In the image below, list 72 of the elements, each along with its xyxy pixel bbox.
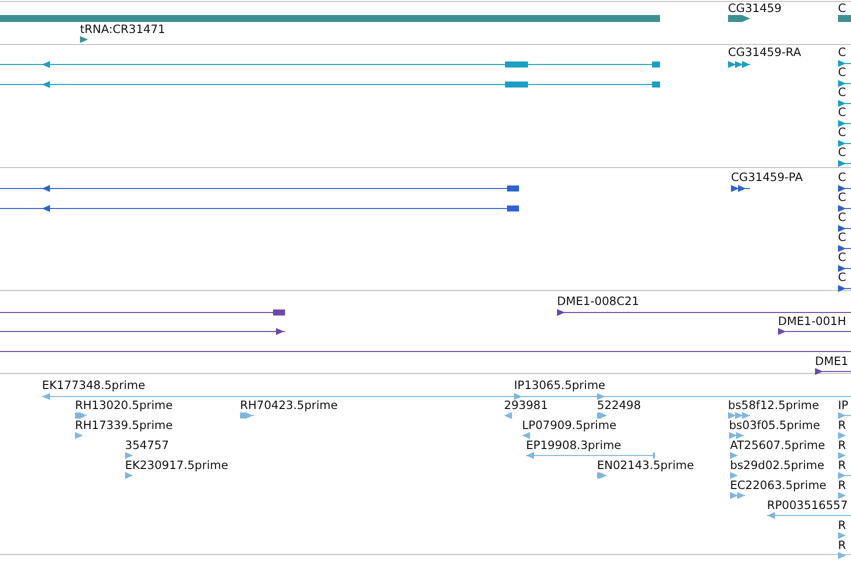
feature-label: C bbox=[838, 211, 846, 224]
feature-glyph[interactable] bbox=[0, 80, 660, 89]
feature-label: R bbox=[838, 459, 846, 472]
feature-glyph[interactable] bbox=[838, 224, 851, 233]
feature-label: CG31459-PA bbox=[731, 171, 803, 184]
feature-glyph[interactable] bbox=[778, 327, 851, 336]
feature-glyph[interactable] bbox=[838, 264, 851, 273]
feature-glyph[interactable] bbox=[838, 244, 851, 253]
feature-label: RP003516557 bbox=[767, 499, 848, 512]
feature-label: AT25607.5prime bbox=[730, 439, 826, 452]
feature-label: C bbox=[838, 66, 846, 79]
feature-glyph[interactable] bbox=[838, 159, 851, 168]
feature-glyph[interactable] bbox=[838, 204, 851, 213]
feature-label: DME1 bbox=[815, 355, 848, 368]
feature-label: C bbox=[838, 231, 846, 244]
feature-label: R bbox=[838, 479, 846, 492]
feature-label: C bbox=[838, 46, 846, 59]
feature-glyph[interactable] bbox=[838, 284, 851, 293]
feature-glyph[interactable] bbox=[80, 35, 88, 44]
feature-label: C bbox=[838, 271, 846, 284]
feature-label: LP07909.5prime bbox=[522, 419, 616, 432]
feature-label: C bbox=[838, 86, 846, 99]
feature-label: RH17339.5prime bbox=[75, 419, 173, 432]
feature-label: EP19908.3prime bbox=[526, 439, 622, 452]
feature-label: C bbox=[838, 106, 846, 119]
feature-label: RH13020.5prime bbox=[75, 399, 173, 412]
feature-label: IP13065.5prime bbox=[514, 379, 606, 392]
feature-glyph[interactable] bbox=[0, 327, 285, 336]
feature-label: R bbox=[838, 539, 846, 552]
feature-label: DME1-008C21 bbox=[557, 295, 640, 308]
feature-glyph[interactable] bbox=[728, 60, 750, 69]
feature-glyph[interactable] bbox=[731, 184, 750, 193]
feature-label: EK177348.5prime bbox=[42, 379, 146, 392]
feature-label: C bbox=[838, 171, 846, 184]
feature-label: C bbox=[838, 191, 846, 204]
feature-label: EC22063.5prime bbox=[730, 479, 826, 492]
feature-glyph[interactable] bbox=[0, 204, 519, 213]
feature-label: bs03f05.5prime bbox=[729, 419, 820, 432]
feature-glyph[interactable] bbox=[0, 60, 660, 69]
feature-glyph[interactable] bbox=[815, 367, 851, 376]
feature-label: R bbox=[838, 519, 846, 532]
feature-label: bs58f12.5prime bbox=[728, 399, 820, 412]
feature-label: DME1-001H bbox=[778, 315, 846, 328]
feature-glyph[interactable] bbox=[0, 308, 285, 317]
feature-label: 522498 bbox=[597, 399, 641, 412]
feature-label: tRNA:CR31471 bbox=[80, 23, 166, 36]
feature-label: RH70423.5prime bbox=[240, 399, 338, 412]
feature-label: CG31459 bbox=[728, 2, 782, 15]
feature-glyph[interactable] bbox=[838, 79, 851, 88]
feature-label: bs29d02.5prime bbox=[730, 459, 824, 472]
feature-label: EK230917.5prime bbox=[125, 459, 228, 472]
feature-glyph[interactable] bbox=[728, 14, 750, 23]
feature-label: EN02143.5prime bbox=[597, 459, 694, 472]
feature-glyph[interactable] bbox=[0, 184, 519, 193]
feature-glyph[interactable] bbox=[838, 59, 851, 68]
feature-glyph[interactable] bbox=[838, 184, 851, 193]
feature-glyph[interactable] bbox=[838, 99, 851, 108]
feature-label: 293981 bbox=[504, 399, 548, 412]
feature-glyph[interactable] bbox=[838, 139, 851, 148]
feature-label: CG31459-RA bbox=[728, 46, 802, 59]
feature-label: C bbox=[838, 126, 846, 139]
feature-label: C bbox=[838, 146, 846, 159]
feature-label: 354757 bbox=[125, 439, 169, 452]
feature-label: R bbox=[838, 419, 846, 432]
feature-label: C bbox=[838, 2, 846, 15]
feature-glyph[interactable] bbox=[838, 14, 851, 23]
feature-glyph[interactable] bbox=[557, 308, 851, 317]
feature-label: R bbox=[838, 439, 846, 452]
feature-label: C bbox=[838, 251, 846, 264]
feature-label: IP bbox=[838, 399, 848, 412]
feature-glyph[interactable] bbox=[838, 119, 851, 128]
feature-glyph[interactable] bbox=[0, 14, 660, 23]
